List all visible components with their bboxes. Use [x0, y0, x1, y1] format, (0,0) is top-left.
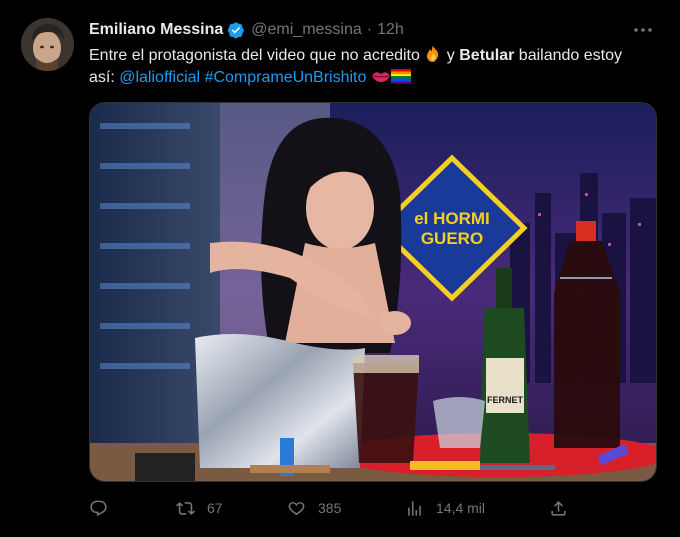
tweet-text-part1: Entre el protagonista del video que no a… — [89, 47, 425, 64]
fire-emoji-icon — [427, 46, 439, 62]
author-name[interactable]: Emiliano Messina — [89, 21, 223, 39]
views-chart-icon — [408, 500, 421, 516]
like-count: 385 — [318, 500, 342, 516]
retweet-icon — [176, 501, 195, 515]
retweet-button[interactable]: 67 — [176, 492, 223, 524]
reply-button[interactable] — [89, 492, 120, 524]
retweet-count: 67 — [207, 500, 223, 516]
mention-link[interactable]: @laliofficial — [119, 69, 200, 86]
tweet-text-part2: y — [442, 47, 460, 64]
tweet-text: Entre el protagonista del video que no a… — [89, 45, 649, 89]
reply-icon — [90, 500, 107, 516]
tweet-media-video[interactable]: el HORMI GUERO FERNET — [89, 102, 657, 482]
lips-emoji-icon — [371, 72, 390, 82]
separator-dot: · — [366, 21, 373, 38]
tweet[interactable]: Emiliano Messina @emi_messina · 12h Entr… — [0, 0, 680, 537]
share-icon — [551, 500, 566, 516]
logo-text-line2: GUERO — [421, 229, 483, 248]
hashtag-link[interactable]: #Compr​ameUnBrishito — [205, 69, 367, 86]
author-handle[interactable]: @emi_messina — [251, 21, 362, 39]
views-button[interactable]: 14,4 mil — [405, 492, 485, 524]
bottle-label-text: FERNET — [487, 395, 524, 405]
rainbow-flag-emoji-icon — [390, 69, 411, 84]
verified-badge-icon — [228, 22, 245, 39]
tweet-text-bold: Betular — [459, 47, 515, 64]
heart-icon — [288, 501, 305, 515]
logo-text-line1: el HORMI — [414, 209, 490, 228]
share-button[interactable] — [549, 492, 580, 524]
views-count: 14,4 mil — [436, 500, 486, 516]
tweet-time[interactable]: 12h — [377, 21, 404, 39]
avatar[interactable] — [21, 18, 74, 71]
tweet-actions: 67 385 14,4 mil — [89, 492, 649, 524]
more-options-icon[interactable] — [632, 22, 654, 38]
tweet-header: Emiliano Messina @emi_messina · 12h — [89, 19, 404, 41]
video-frame: el HORMI GUERO FERNET — [90, 103, 656, 481]
like-button[interactable]: 385 — [287, 492, 341, 524]
